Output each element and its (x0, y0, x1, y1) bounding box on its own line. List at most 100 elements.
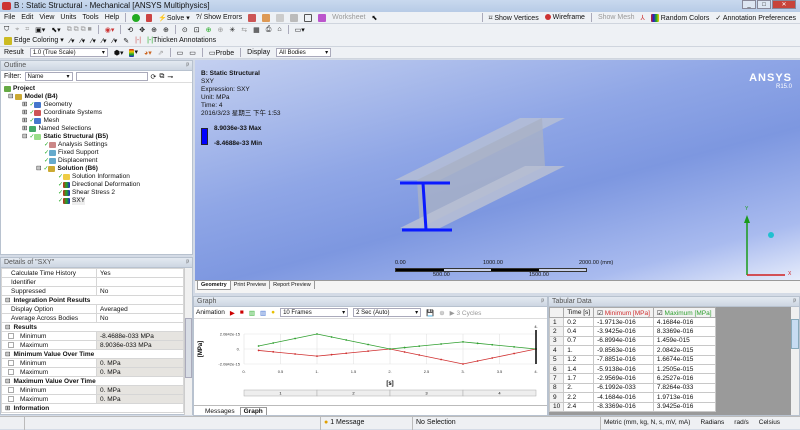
details-row[interactable]: Minimum -8.4688e-033 MPa (1, 331, 184, 341)
tree-item-fixed-support[interactable]: ✓ Fixed Support (4, 149, 189, 157)
group-header[interactable]: ⊟ Minimum Value Over Time (1, 349, 184, 359)
table-row[interactable]: 2 0.4 -3.9425e-016 8.3369e-016 (548, 326, 716, 337)
time-cell[interactable]: 1. (563, 345, 595, 356)
edge-style-1-icon[interactable]: ⁄▾ (70, 37, 75, 45)
table-row[interactable]: 10 2.4 -8.3369e-016 3.9425e-016 (548, 401, 716, 412)
property-value[interactable]: 0. MPa (96, 385, 184, 395)
tree-item-shear-stress-2[interactable]: ✓ Shear Stress 2 (4, 189, 189, 197)
check-icon[interactable] (132, 13, 141, 22)
time-cell[interactable]: 0.4 (563, 326, 595, 337)
minimum-cell[interactable]: -6.8994e-016 (593, 335, 654, 347)
zoom-fit-icon[interactable]: ⊙ (182, 26, 188, 34)
details-row[interactable]: Maximum 0. MPa (1, 367, 184, 377)
maximum-cell[interactable]: 8.3369e-016 (652, 326, 716, 337)
close-button[interactable]: ✕ (772, 0, 796, 9)
maximum-cell[interactable]: 7.8264e-033 (652, 382, 716, 394)
menu-units[interactable]: Units (60, 14, 76, 21)
tree-item-static-structural[interactable]: ⊟ ✓ Static Structural (B5) (4, 133, 189, 141)
group-header[interactable]: ⊟ Integration Point Results (1, 295, 184, 305)
show-vertices-button[interactable]: ⌑ Show Vertices (489, 14, 539, 22)
distributed-frames-icon[interactable]: ▥ (249, 309, 255, 317)
maximum-cell[interactable]: 1.459e-015 (652, 335, 716, 347)
parameter-checkbox[interactable] (8, 386, 14, 393)
edge-style-5-icon[interactable]: ⁄▾ (113, 37, 118, 45)
thin-annotation-icon[interactable]: |‑| (135, 37, 141, 44)
pan-icon[interactable]: ✥ (139, 26, 145, 34)
maximize-button[interactable]: □ (757, 0, 771, 9)
table-row[interactable]: 8 2. -6.1992e-033 7.8264e-033 (548, 382, 716, 394)
graphics-viewport[interactable]: B: Static Structural SXY Expression: SXY… (195, 60, 800, 280)
collapse-icon[interactable]: ⧉ (159, 73, 164, 81)
max-label-icon[interactable]: ▭ (177, 49, 184, 57)
edge-style-4-icon[interactable]: ⁄▾ (102, 37, 107, 45)
contour-icon[interactable]: ▾ (129, 48, 138, 57)
col-minimum[interactable]: ☑ Minimum [MPa] (593, 307, 654, 318)
details-row[interactable]: Maximum 0. MPa (1, 394, 184, 404)
group-header[interactable]: ⊟ Maximum Value Over Time (1, 376, 184, 386)
help-pointer-icon[interactable]: ⬉ (371, 14, 377, 22)
zoom-box-icon[interactable]: ⊕ (163, 26, 169, 34)
details-row[interactable]: Identifier (1, 277, 184, 287)
minimum-cell[interactable]: -6.1992e-033 (593, 382, 654, 394)
minimum-cell[interactable]: -5.9138e-016 (593, 363, 654, 375)
tree-item-model[interactable]: ⊟ Model (B4) (4, 93, 189, 101)
property-value[interactable]: 0. MPa (96, 394, 184, 404)
show-errors-button[interactable]: ?/ Show Errors (196, 14, 242, 21)
duration-select[interactable]: 2 Sec (Auto) ▾ (353, 308, 422, 317)
maximum-checkbox[interactable]: ☑ (657, 310, 663, 317)
connect-icon[interactable] (146, 13, 153, 22)
parameter-checkbox[interactable] (8, 368, 14, 375)
image-icon[interactable] (276, 13, 285, 22)
color-select-icon[interactable]: ◉▾ (105, 26, 115, 34)
time-cell[interactable]: 2. (563, 382, 595, 394)
triad-icon[interactable]: ⅄ (641, 14, 645, 22)
parameter-checkbox[interactable] (8, 395, 14, 402)
magnifier-icon[interactable]: ⊕ (218, 26, 224, 34)
minimum-cell[interactable]: -4.1684e-016 (593, 392, 654, 403)
time-history-chart[interactable]: 0. 0.5 1. 1.5 2. 2.5 3. 3.5 4.2.0842e-150.-2.084… (194, 320, 547, 402)
time-cell[interactable]: 2.2 (563, 392, 595, 403)
maximum-cell[interactable]: 1.6674e-015 (652, 354, 716, 365)
select-vertex-icon[interactable]: ⌖ (15, 26, 19, 34)
time-cell[interactable]: 1.7 (563, 373, 595, 384)
minimum-cell[interactable]: -1.9713e-016 (593, 316, 654, 328)
property-value[interactable]: No (96, 313, 184, 323)
label-icon[interactable]: ⌂ (277, 26, 281, 33)
tree-item-analysis-settings[interactable]: ✓ Analysis Settings (4, 141, 189, 149)
previous-view-icon[interactable]: ⇆ (241, 26, 247, 34)
expand-icon[interactable]: ⟳ (151, 73, 157, 81)
time-cell[interactable]: 0.2 (563, 316, 595, 328)
filter-select[interactable]: Name ▾ (24, 72, 73, 81)
thicken-annotations-button[interactable]: |‑|Thicken Annotations (147, 37, 216, 44)
minimize-button[interactable]: _ (742, 0, 756, 9)
tabular-scrollbar[interactable] (791, 307, 799, 415)
table-row[interactable]: 1 0.2 -1.9713e-016 4.1684e-016 (548, 316, 716, 328)
tree-item-named-selections[interactable]: ⊞ Named Selections (4, 125, 189, 133)
stop-icon[interactable]: ■ (240, 309, 244, 316)
new-analysis-icon[interactable] (248, 13, 257, 22)
lightbulb-icon[interactable]: ● (271, 309, 275, 316)
tree-item-sxy[interactable]: ✓ SXY (4, 197, 189, 205)
time-cell[interactable]: 1.4 (563, 363, 595, 375)
solve-button[interactable]: ⚡Solve ▾ (158, 14, 190, 22)
zoom-in-icon[interactable]: ⊕ (206, 26, 212, 34)
cycles-button[interactable]: ▶ 3 Cycles (450, 309, 482, 317)
property-value[interactable] (96, 277, 184, 287)
details-group[interactable]: ⊟ Maximum Value Over Time (1, 376, 184, 386)
property-value[interactable]: Yes (96, 268, 184, 278)
messages-status[interactable]: ● 1 Message (320, 417, 412, 430)
table-row[interactable]: 3 0.7 -6.8994e-016 1.459e-015 (548, 335, 716, 347)
details-row[interactable]: Average Across Bodies No (1, 313, 184, 323)
tree-item-displacement[interactable]: ✓ Displacement (4, 157, 189, 165)
geometry-display-icon[interactable]: ⬢▾ (114, 49, 124, 57)
minimum-cell[interactable]: -7.8851e-016 (593, 354, 654, 365)
property-value[interactable]: Averaged (96, 304, 184, 314)
tab-print-preview[interactable]: Print Preview (231, 281, 271, 289)
details-group[interactable]: ⊟ Minimum Value Over Time (1, 349, 184, 359)
result-scale-select[interactable]: 1.0 (True Scale) ▾ (29, 48, 108, 57)
group-header[interactable]: ⊞ Information (1, 403, 184, 413)
chart-icon[interactable] (318, 13, 327, 22)
play-icon[interactable]: ▶ (230, 309, 235, 317)
details-group[interactable]: ⊟ Results (1, 322, 184, 332)
maximum-cell[interactable]: 4.1684e-016 (652, 316, 716, 328)
